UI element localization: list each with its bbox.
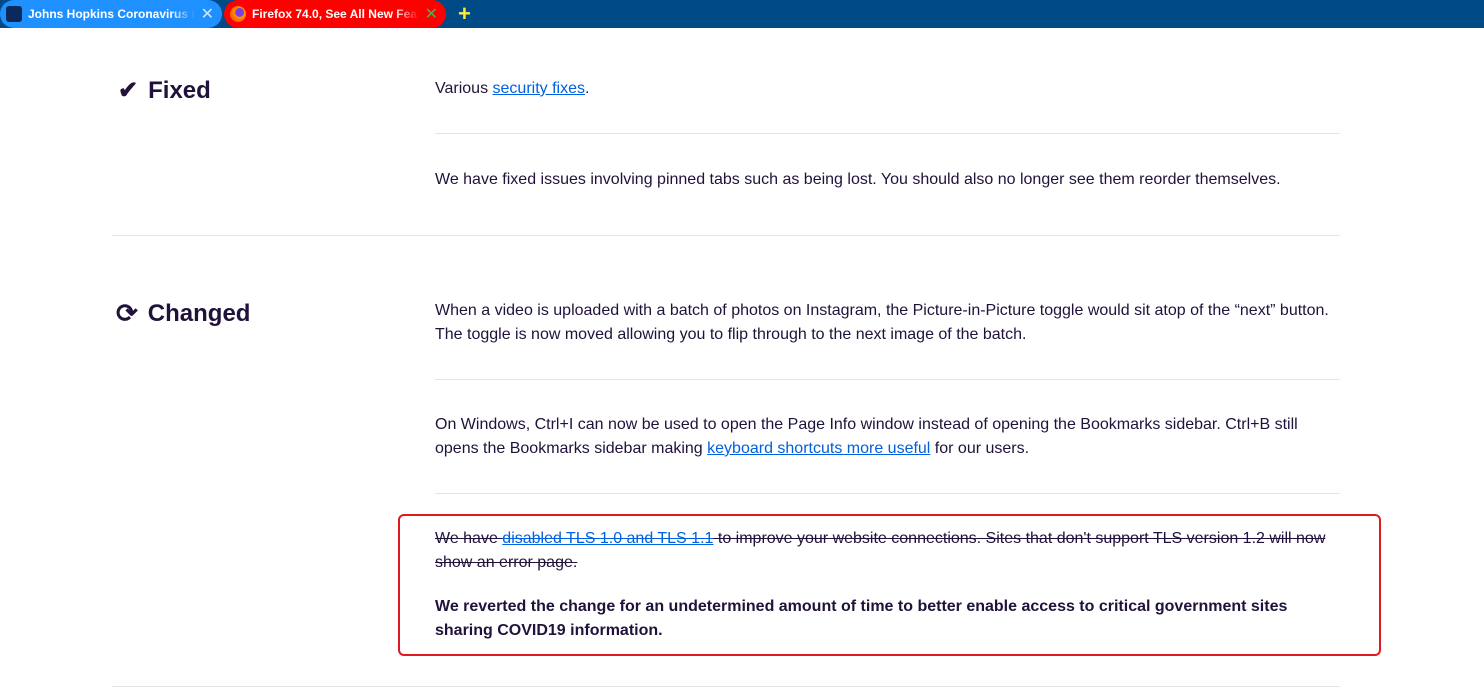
fixed-heading: ✔ Fixed (118, 76, 211, 105)
text: Various (435, 80, 493, 97)
close-icon[interactable]: ✕ (201, 4, 214, 24)
text: . (584, 80, 590, 97)
keyboard-shortcuts-link[interactable]: keyboard shortcuts more useful (707, 440, 930, 457)
fixed-item-security: Various security fixes. (435, 77, 1340, 101)
highlight-box (398, 514, 1381, 656)
changed-item-ctrl-i: On Windows, Ctrl+I can now be used to op… (435, 413, 1340, 461)
checkmark-icon: ✔ (118, 77, 139, 104)
text: for our users. (930, 440, 1030, 457)
tab-bar: Johns Hopkins Coronavirus Resource Cente… (0, 0, 1484, 28)
security-fixes-link[interactable]: security fixes (493, 80, 585, 97)
divider (435, 133, 1340, 134)
tab-johns-hopkins[interactable]: Johns Hopkins Coronavirus Resource Cente… (0, 0, 222, 28)
heading-text: Changed (147, 299, 251, 327)
heading-text: Fixed (148, 76, 211, 104)
divider (435, 493, 1340, 494)
divider (435, 379, 1340, 380)
fixed-item-pinned-tabs: We have fixed issues involving pinned ta… (435, 171, 1281, 188)
section-divider (112, 686, 1340, 687)
changed-item-pip: When a video is uploaded with a batch of… (435, 302, 1329, 343)
tab-title: Johns Hopkins Coronavirus Resource Cente… (28, 7, 195, 21)
new-tab-button[interactable]: + (458, 0, 471, 28)
refresh-icon: ⟳ (116, 298, 138, 328)
tab-title: Firefox 74.0, See All New Features (252, 7, 419, 21)
changed-heading: ⟳ Changed (116, 298, 250, 329)
firefox-icon (230, 6, 246, 22)
tab-firefox-74[interactable]: Firefox 74.0, See All New Features ✕ (224, 0, 446, 28)
shield-icon (6, 6, 22, 22)
section-divider (112, 235, 1340, 236)
close-icon[interactable]: ✕ (425, 4, 438, 24)
